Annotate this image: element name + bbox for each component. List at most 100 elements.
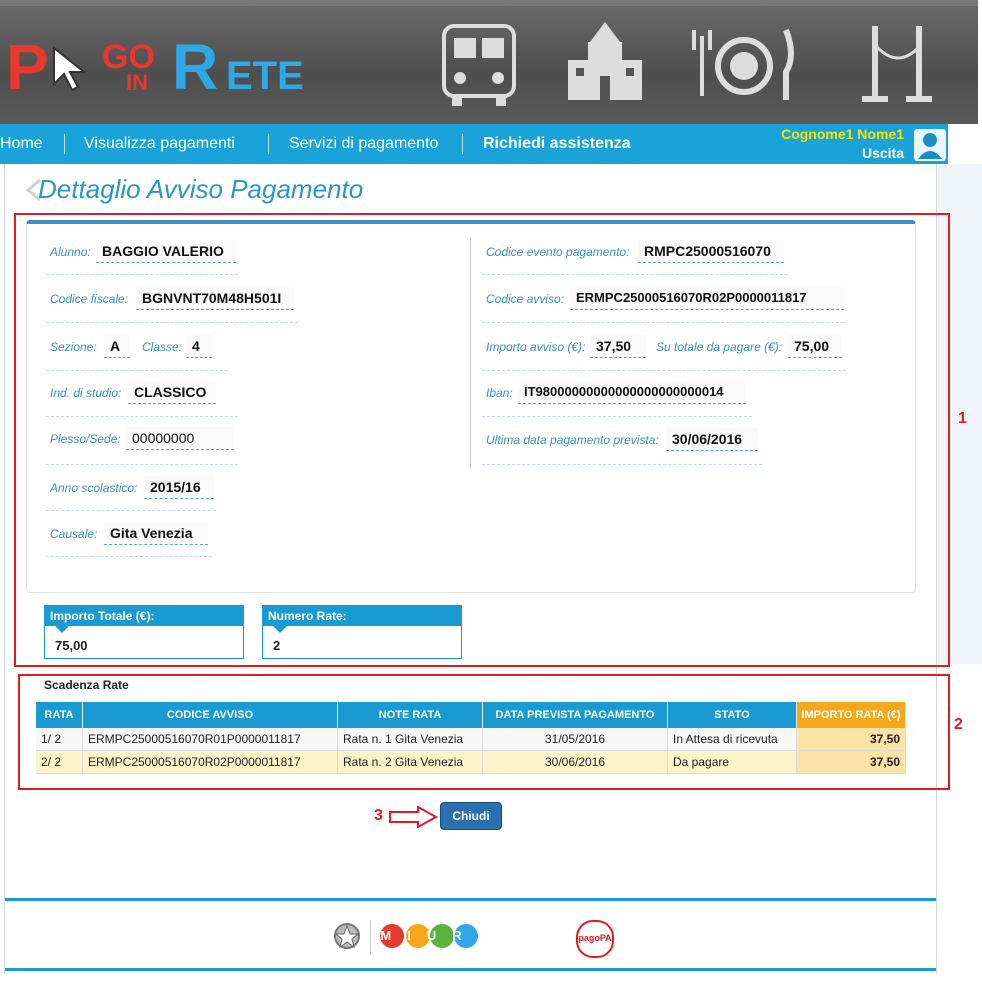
nav-separator [268, 134, 269, 154]
cell-importo: 37,50 [796, 750, 906, 774]
codice-avviso-value: ERMPC25000516070R02P0000011817 [570, 287, 844, 310]
field-underline [46, 370, 228, 371]
annotation-marker-3: 3 [374, 807, 383, 824]
box-notch [273, 626, 287, 633]
codice-fiscale-value: BGNVNT70M48H501I [136, 287, 294, 310]
su-totale-value: 75,00 [788, 335, 842, 358]
sezione-value: A [104, 335, 130, 358]
nav-servizi-pagamento[interactable]: Servizi di pagamento [289, 124, 438, 164]
pago-in-rete-logo[interactable]: P GO IN R ETE [4, 30, 324, 103]
museum-rope-icon [862, 26, 932, 102]
miur-logo[interactable]: MIUR [380, 924, 480, 952]
importo-totale-value: 75,00 [55, 638, 88, 653]
cursor-arrow-icon [53, 45, 87, 92]
col-note-rata[interactable]: NOTE RATA [337, 702, 483, 728]
anno-scolastico-label: Anno scolastico: [50, 481, 138, 495]
field-underline [482, 416, 752, 417]
cell-note: Rata n. 2 Gita Venezia [337, 750, 483, 774]
causale-value: Gita Venezia [104, 522, 208, 545]
school-icon [568, 22, 642, 100]
cell-stato: Da pagare [667, 750, 797, 774]
cell-rata: 1/ 2 [36, 728, 83, 751]
nav-separator [64, 134, 65, 154]
close-button[interactable]: Chiudi [440, 802, 502, 830]
user-icon [918, 133, 942, 159]
indirizzo-studio-label: Ind. di studio: [50, 386, 122, 400]
annotation-arrow-icon [389, 806, 438, 828]
importo-totale-label: Importo Totale (€): [45, 606, 243, 626]
field-underline [482, 464, 762, 465]
annotation-marker-2: 2 [954, 716, 963, 733]
page-border-left [4, 164, 5, 974]
plesso-sede-label: Plesso/Sede: [50, 432, 121, 446]
nav-richiedi-assistenza[interactable]: Richiedi assistenza [483, 124, 631, 164]
header-banner: P GO IN R ETE [0, 0, 978, 124]
su-totale-label: Su totale da pagare (€): [656, 340, 783, 354]
rates-table: RATA CODICE AVVISO NOTE RATA DATA PREVIS… [36, 702, 906, 774]
causale-label: Causale: [50, 527, 98, 541]
republic-emblem-icon [334, 923, 360, 949]
table-row[interactable]: 2/ 2 ERMPC25000516070R02P0000011817 Rata… [36, 750, 906, 774]
classe-value: 4 [186, 335, 212, 358]
field-underline [46, 556, 212, 557]
field-underline [46, 510, 216, 511]
codice-evento-value: RMPC25000516070 [638, 240, 784, 263]
ultima-data-value: 30/06/2016 [666, 428, 758, 451]
bus-icon [442, 24, 516, 106]
cell-stato: In Attesa di ricevuta [667, 728, 797, 751]
cell-note: Rata n. 1 Gita Venezia [337, 728, 483, 751]
cutlery-plate-icon [692, 28, 794, 100]
anno-scolastico-value: 2015/16 [144, 476, 214, 499]
plesso-sede-value: 00000000 [126, 427, 234, 450]
footer-separator [370, 920, 371, 954]
cell-importo: 37,50 [796, 728, 906, 751]
user-name: Cognome1 Nome1 [781, 126, 904, 142]
col-rata[interactable]: RATA [36, 702, 83, 728]
field-underline [46, 274, 238, 275]
cell-data: 30/06/2016 [482, 750, 668, 774]
nav-visualizza-pagamenti[interactable]: Visualizza pagamenti [84, 124, 235, 164]
footer-line [5, 968, 936, 971]
indirizzo-studio-value: CLASSICO [128, 381, 216, 404]
iban-label: Iban: [486, 386, 513, 400]
cell-rata: 2/ 2 [36, 750, 83, 774]
field-underline [46, 464, 238, 465]
table-row[interactable]: 1/ 2 ERMPC25000516070R01P0000011817 Rata… [36, 728, 906, 751]
page-title: Dettaglio Avviso Pagamento [38, 174, 364, 204]
field-underline [46, 416, 238, 417]
importo-totale-box: Importo Totale (€): 75,00 [44, 605, 244, 659]
miur-text: MIUR [380, 928, 478, 943]
scadenza-rate-title: Scadenza Rate [44, 678, 129, 692]
box-notch [55, 626, 69, 633]
nav-separator [462, 134, 463, 154]
footer-line [5, 898, 936, 901]
pagopa-logo[interactable]: pagoPA [576, 920, 614, 958]
avatar[interactable] [914, 129, 946, 161]
logout-link[interactable]: Uscita [862, 145, 904, 161]
cell-codice-avviso: ERMPC25000516070R02P0000011817 [82, 750, 338, 774]
field-underline [46, 322, 298, 323]
importo-avviso-value: 37,50 [590, 335, 646, 358]
col-codice-avviso[interactable]: CODICE AVVISO [82, 702, 338, 728]
banner-strip [0, 0, 978, 6]
numero-rate-box: Numero Rate: 2 [262, 605, 462, 659]
codice-fiscale-label: Codice fiscale: [50, 292, 129, 306]
nav-home[interactable]: Home [0, 124, 43, 164]
col-importo-rata[interactable]: IMPORTO RATA (€) [796, 702, 906, 728]
classe-label: Classe: [142, 340, 183, 354]
col-data-prevista[interactable]: DATA PREVISTA PAGAMENTO [482, 702, 668, 728]
sezione-label: Sezione: [50, 340, 97, 354]
importo-avviso-label: Importo avviso (€): [486, 340, 586, 354]
field-underline [482, 370, 846, 371]
numero-rate-label: Numero Rate: [263, 606, 461, 626]
numero-rate-value: 2 [273, 638, 281, 653]
ultima-data-label: Ultima data pagamento prevista: [486, 433, 659, 447]
alunno-value: BAGGIO VALERIO [96, 240, 236, 263]
field-underline [482, 322, 844, 323]
annotation-marker-1: 1 [958, 410, 967, 427]
cell-data: 31/05/2016 [482, 728, 668, 751]
cell-codice-avviso: ERMPC25000516070R01P0000011817 [82, 728, 338, 751]
iban-value: IT98000000000000000000000014 [518, 381, 746, 404]
col-stato[interactable]: STATO [667, 702, 797, 728]
field-underline [482, 274, 788, 275]
